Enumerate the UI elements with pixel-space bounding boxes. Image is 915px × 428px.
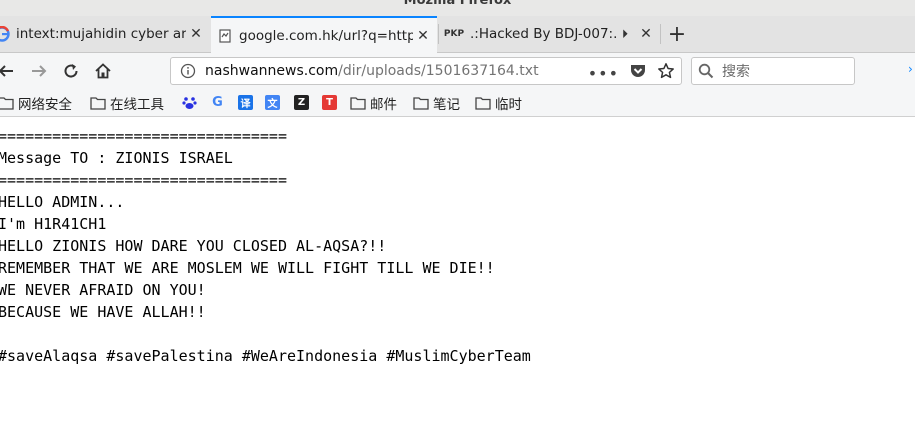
- back-icon[interactable]: [0, 59, 18, 83]
- bookmark-folder-temp[interactable]: 临时: [475, 93, 522, 113]
- bookmark-label: 邮件: [370, 96, 397, 113]
- tab-1-label: intext:mujahidin cyber ar: [16, 26, 186, 42]
- text-line: HELLO ZIONIS HOW DARE YOU CLOSED AL-AQSA…: [0, 237, 387, 255]
- close-icon[interactable]: ✕: [413, 28, 433, 44]
- text-line: #saveAlaqsa #savePalestina #WeAreIndones…: [0, 347, 531, 365]
- bookmark-label: 临时: [495, 96, 522, 113]
- pkp-favicon: PKP: [443, 29, 465, 39]
- window-title: Mozilla Firefox: [403, 0, 512, 8]
- text-line: REMEMBER THAT WE ARE MOSLEM WE WILL FIGH…: [0, 259, 495, 277]
- toolbar-overflow-icon[interactable]: ›: [908, 62, 915, 80]
- bookmarks-toolbar: 网络安全 在线工具 G 译 文 Z T 邮件 笔记 临时: [0, 89, 915, 117]
- home-icon[interactable]: [91, 59, 115, 83]
- folder-icon: [350, 96, 366, 110]
- translate-icon[interactable]: 译: [238, 95, 253, 110]
- google-g-icon: [0, 26, 10, 42]
- info-icon[interactable]: [179, 62, 197, 80]
- bookmark-label: 网络安全: [18, 96, 72, 113]
- text-line: WE NEVER AFRAID ON YOU!: [0, 281, 206, 299]
- pocket-icon[interactable]: [629, 63, 647, 83]
- reload-icon[interactable]: [59, 59, 83, 83]
- tab-2-active[interactable]: google.com.hk/url?q=http ✕: [211, 16, 437, 53]
- close-icon[interactable]: ✕: [186, 26, 206, 42]
- zhihu-icon[interactable]: Z: [294, 95, 309, 110]
- url-bar[interactable]: nashwannews.com/dir/uploads/1501637164.t…: [170, 57, 682, 85]
- tab-separator: [438, 24, 439, 44]
- bookmark-label: 在线工具: [110, 96, 164, 113]
- tab-separator: [660, 24, 661, 44]
- folder-icon: [413, 96, 429, 110]
- text-line: BECAUSE WE HAVE ALLAH!!: [0, 303, 206, 321]
- folder-icon: [475, 96, 491, 110]
- url-host: nashwannews.com: [205, 63, 339, 79]
- new-tab-icon[interactable]: +: [664, 16, 690, 52]
- search-input[interactable]: 搜索: [691, 57, 855, 85]
- close-icon[interactable]: ✕: [636, 26, 656, 42]
- bookmark-folder-mail[interactable]: 邮件: [350, 93, 397, 113]
- tab-2-label: google.com.hk/url?q=http: [239, 27, 413, 44]
- text-line: ================================: [0, 127, 287, 145]
- red-app-icon[interactable]: T: [322, 95, 337, 110]
- tab-3-label: .:Hacked By BDJ-007:.: [470, 26, 618, 42]
- baidu-icon[interactable]: [182, 95, 197, 110]
- google-translate-icon[interactable]: 文: [265, 95, 280, 110]
- text-line: ================================: [0, 171, 287, 189]
- google-icon[interactable]: G: [210, 95, 225, 110]
- window-titlebar: Mozilla Firefox: [0, 0, 915, 16]
- bookmark-folder-network-security[interactable]: 网络安全: [0, 93, 72, 113]
- bookmark-folder-notes[interactable]: 笔记: [413, 93, 460, 113]
- bookmark-star-icon[interactable]: [657, 62, 675, 84]
- page-content: ================================ Message…: [0, 118, 915, 428]
- page-actions-icon[interactable]: •••: [588, 64, 619, 83]
- text-line: I'm H1R41CH1: [0, 215, 107, 233]
- media-play-icon[interactable]: ⏵: [618, 27, 632, 42]
- search-placeholder: 搜索: [722, 64, 750, 80]
- search-icon: [698, 63, 714, 79]
- text-line: HELLO ADMIN...: [0, 193, 125, 211]
- bookmark-label: 笔记: [433, 96, 460, 113]
- tab-1[interactable]: intext:mujahidin cyber ar ✕: [0, 16, 210, 52]
- page-icon: [217, 28, 233, 44]
- folder-icon: [90, 96, 106, 110]
- tab-strip: intext:mujahidin cyber ar ✕ google.com.h…: [0, 16, 915, 53]
- bookmark-folder-online-tools[interactable]: 在线工具: [90, 93, 164, 113]
- text-line: Message TO : ZIONIS ISRAEL: [0, 149, 233, 167]
- url-path: /dir/uploads/1501637164.txt: [338, 63, 539, 79]
- tab-3[interactable]: PKP .:Hacked By BDJ-007:. ⏵ ✕: [438, 16, 660, 52]
- folder-icon: [0, 96, 14, 110]
- forward-icon[interactable]: [27, 59, 51, 83]
